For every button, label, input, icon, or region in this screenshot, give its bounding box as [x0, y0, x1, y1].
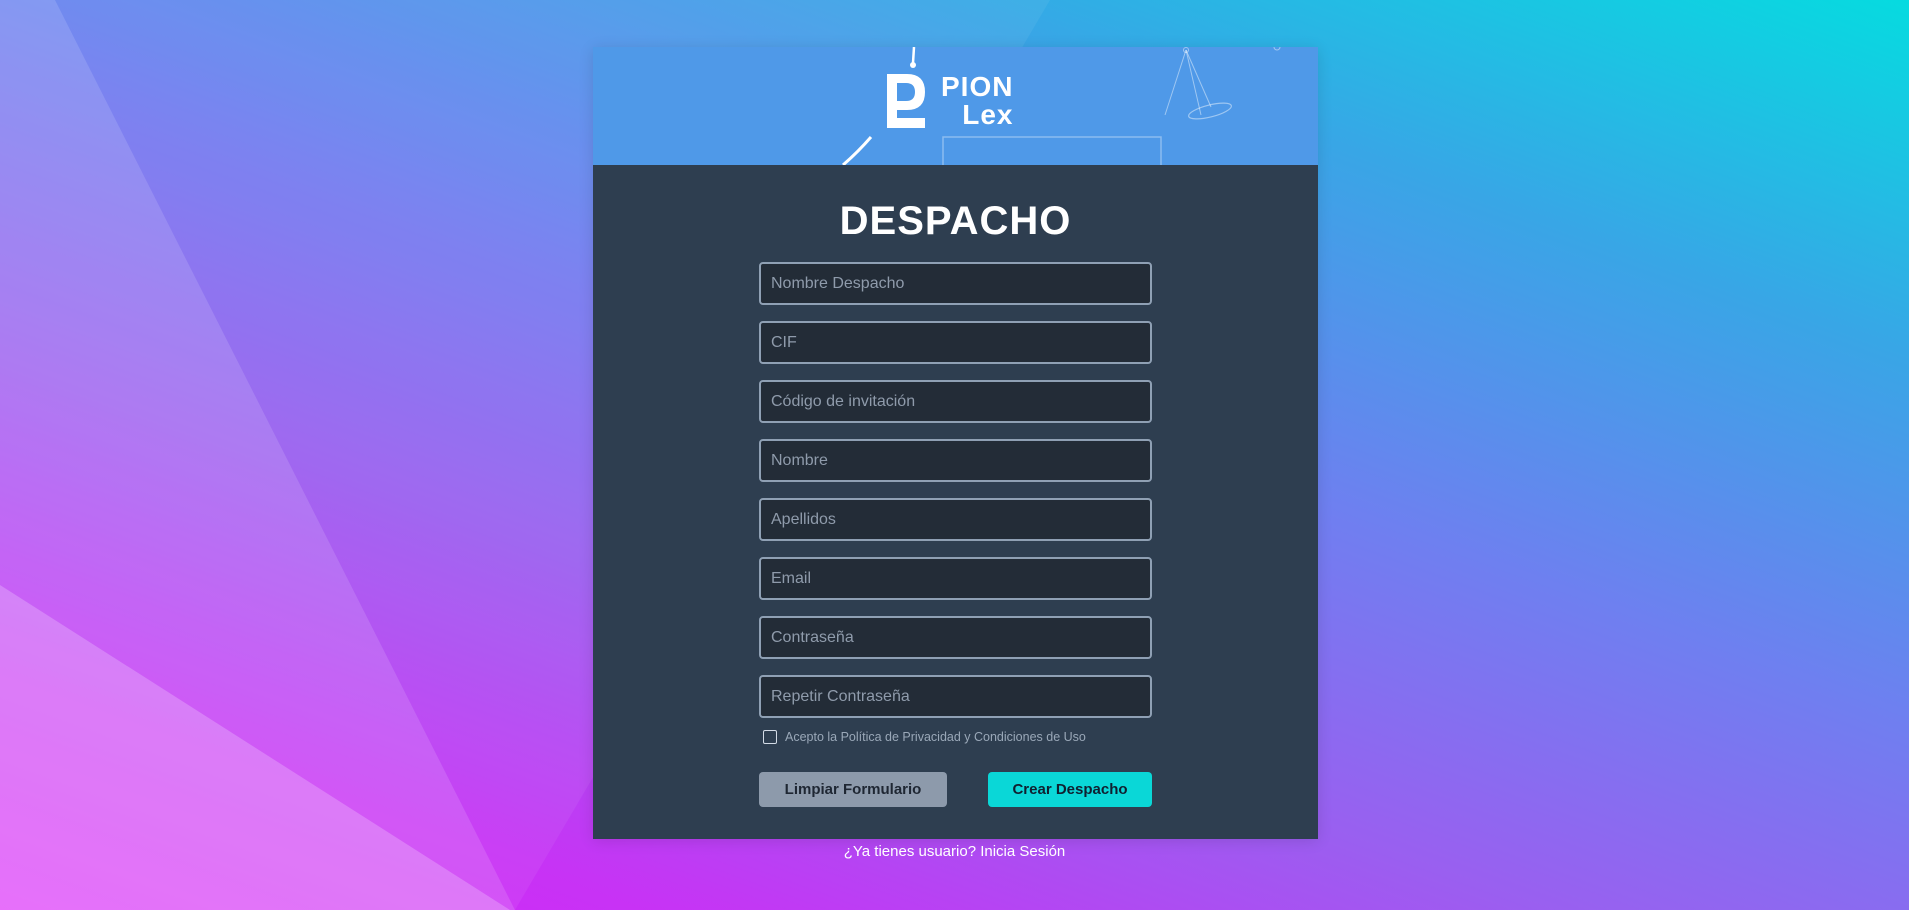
brand-logo: PION Lex: [885, 71, 1013, 131]
cif-input[interactable]: [759, 321, 1152, 364]
first-name-input[interactable]: [759, 439, 1152, 482]
terms-label: Acepto la Política de Privacidad y Condi…: [785, 730, 1086, 744]
register-form: Acepto la Política de Privacidad y Condi…: [759, 262, 1152, 807]
page-title: DESPACHO: [839, 199, 1072, 243]
form-actions: Limpiar Formulario Crear Despacho: [759, 772, 1152, 807]
invitation-code-input[interactable]: [759, 380, 1152, 423]
brand-line-2: Lex: [962, 99, 1014, 130]
pionlex-logo-icon: [887, 74, 925, 128]
office-name-input[interactable]: [759, 262, 1152, 305]
login-link[interactable]: ¿Ya tienes usuario? Inicia Sesión: [0, 843, 1909, 860]
terms-checkbox[interactable]: [763, 730, 777, 744]
terms-row: Acepto la Política de Privacidad y Condi…: [763, 727, 1152, 747]
password-input[interactable]: [759, 616, 1152, 659]
brand-name: PION Lex: [941, 73, 1013, 129]
brand-line-1: PION: [941, 71, 1014, 102]
email-input[interactable]: [759, 557, 1152, 600]
card-header: PION Lex: [593, 47, 1318, 165]
repeat-password-input[interactable]: [759, 675, 1152, 718]
clear-form-button[interactable]: Limpiar Formulario: [759, 772, 947, 807]
register-card: PION Lex DESPACHO Acepto la Política de …: [593, 47, 1318, 839]
create-office-button[interactable]: Crear Despacho: [988, 772, 1152, 807]
last-name-input[interactable]: [759, 498, 1152, 541]
